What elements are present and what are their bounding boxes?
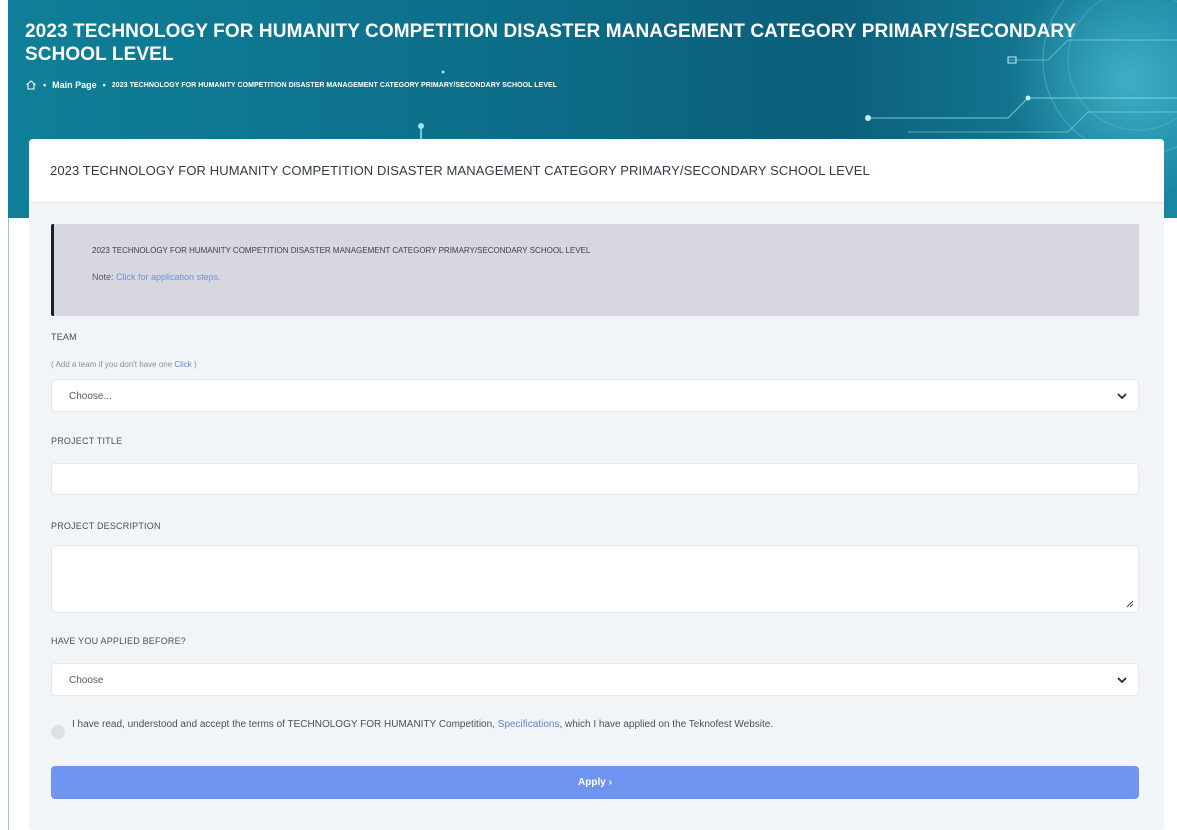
page-title: 2023 TECHNOLOGY FOR HUMANITY COMPETITION… — [25, 21, 1076, 65]
terms-text: I have read, understood and accept the t… — [72, 719, 773, 730]
project-title-label: PROJECT TITLE — [51, 436, 123, 446]
resize-grip-icon[interactable] — [1126, 600, 1134, 608]
alert-note: Note: Click for application steps. — [92, 272, 221, 282]
page-border — [8, 218, 9, 830]
team-hint: ( Add a team if you don't have one Click… — [51, 360, 197, 369]
specifications-link[interactable]: Specifications — [498, 719, 560, 730]
apply-button[interactable]: Apply › — [51, 766, 1139, 799]
applied-before-value: Choose — [69, 675, 104, 686]
breadcrumb: • Main Page • 2023 TECHNOLOGY FOR HUMANI… — [25, 79, 557, 91]
page: 2023 TECHNOLOGY FOR HUMANITY COMPETITION… — [0, 0, 1177, 830]
terms-prefix: I have read, understood and accept the t… — [72, 719, 495, 730]
home-icon[interactable] — [25, 79, 37, 91]
project-description-textarea[interactable] — [51, 545, 1139, 613]
project-description-label: PROJECT DESCRIPTION — [51, 521, 161, 531]
chevron-down-icon — [1117, 677, 1127, 684]
team-hint-prefix: ( Add a team if you don't have one — [51, 360, 173, 369]
team-label: TEAM — [51, 332, 77, 342]
team-select[interactable]: Choose... — [51, 379, 1139, 412]
application-card: 2023 TECHNOLOGY FOR HUMANITY COMPETITION… — [29, 139, 1164, 830]
chevron-down-icon — [1117, 393, 1127, 400]
card-header: 2023 TECHNOLOGY FOR HUMANITY COMPETITION… — [29, 139, 1164, 203]
applied-before-select[interactable]: Choose — [51, 663, 1139, 696]
add-team-link[interactable]: Click — [174, 360, 191, 369]
card-title: 2023 TECHNOLOGY FOR HUMANITY COMPETITION… — [50, 163, 870, 178]
breadcrumb-separator: • — [102, 80, 106, 90]
alert-text: 2023 TECHNOLOGY FOR HUMANITY COMPETITION… — [92, 246, 591, 255]
terms-suffix: , which I have applied on the Teknofest … — [559, 719, 774, 730]
note-label: Note: — [92, 272, 114, 282]
breadcrumb-main-page-link[interactable]: Main Page — [52, 80, 97, 90]
team-select-value: Choose... — [69, 391, 112, 402]
info-alert: 2023 TECHNOLOGY FOR HUMANITY COMPETITION… — [51, 224, 1139, 316]
applied-before-label: HAVE YOU APPLIED BEFORE? — [51, 636, 187, 646]
breadcrumb-current: 2023 TECHNOLOGY FOR HUMANITY COMPETITION… — [111, 81, 558, 89]
team-hint-suffix: ) — [193, 360, 197, 369]
project-title-input[interactable] — [51, 463, 1139, 495]
terms-checkbox[interactable] — [51, 725, 65, 739]
application-steps-link[interactable]: Click for application steps. — [116, 272, 221, 282]
breadcrumb-separator: • — [43, 80, 47, 90]
